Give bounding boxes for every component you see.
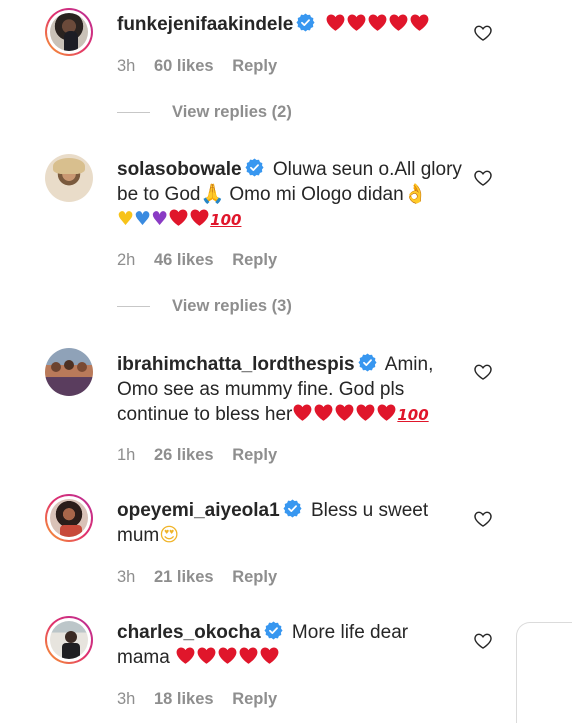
verified-badge-icon [296, 13, 315, 32]
emoji-row: 100 [292, 403, 429, 425]
avatar[interactable] [45, 494, 93, 542]
reply-button[interactable]: Reply [232, 446, 277, 464]
comment-time: 2h [117, 251, 136, 269]
comment-likes[interactable]: 21 likes [154, 568, 214, 586]
view-replies-label[interactable]: View replies (3) [172, 297, 292, 315]
comment-time: 1h [117, 446, 136, 464]
comment-time: 3h [117, 57, 136, 75]
emoji-hearts [175, 646, 280, 668]
emoji-hearts [325, 14, 430, 35]
reply-button[interactable]: Reply [232, 568, 277, 586]
comment-likes[interactable]: 46 likes [154, 251, 214, 269]
comment-username[interactable]: ibrahimchatta_lordthespis [117, 354, 355, 375]
comment-likes[interactable]: 26 likes [154, 446, 214, 464]
like-heart-icon[interactable] [473, 631, 493, 651]
comment-likes[interactable]: 60 likes [154, 57, 214, 75]
divider [117, 112, 150, 114]
comment-body: solasobowale Oluwa seun o.All glory be t… [117, 157, 462, 233]
verified-badge-icon [358, 353, 377, 372]
comment-text: Omo mi Ologo didan [224, 184, 404, 205]
view-replies-label[interactable]: View replies (2) [172, 103, 292, 121]
comment-body: funkejenifaakindele [117, 12, 462, 37]
like-heart-icon[interactable] [473, 362, 493, 382]
comment-meta: 3h 60 likes Reply [117, 57, 277, 76]
overlay-card-edge [516, 622, 572, 723]
avatar[interactable] [45, 616, 93, 664]
comment-username[interactable]: charles_okocha [117, 622, 261, 643]
comment-username[interactable]: opeyemi_aiyeola1 [117, 500, 280, 521]
divider [117, 306, 150, 308]
reply-button[interactable]: Reply [232, 251, 277, 269]
comment-username[interactable]: funkejenifaakindele [117, 14, 293, 35]
like-heart-icon[interactable] [473, 23, 493, 43]
avatar[interactable] [45, 348, 93, 396]
like-heart-icon[interactable] [473, 509, 493, 529]
comment-body: opeyemi_aiyeola1 Bless u sweet mum😍 [117, 498, 462, 548]
verified-badge-icon [245, 158, 264, 177]
view-replies-button[interactable]: View replies (2) [117, 103, 292, 122]
comment-meta: 3h 21 likes Reply [117, 568, 277, 587]
comment-body: charles_okocha More life dear mama [117, 620, 462, 670]
comment-likes[interactable]: 18 likes [154, 690, 214, 708]
verified-badge-icon [264, 621, 283, 640]
comment-time: 3h [117, 568, 136, 586]
avatar[interactable] [45, 8, 93, 56]
avatar[interactable] [45, 154, 93, 202]
comment-meta: 3h 18 likes Reply [117, 690, 277, 709]
comment-body: ibrahimchatta_lordthespis Amin, Omo see … [117, 352, 462, 428]
like-heart-icon[interactable] [473, 168, 493, 188]
comment-username[interactable]: solasobowale [117, 159, 242, 180]
reply-button[interactable]: Reply [232, 690, 277, 708]
verified-badge-icon [283, 499, 302, 518]
comment-meta: 1h 26 likes Reply [117, 446, 277, 465]
comment-meta: 2h 46 likes Reply [117, 251, 277, 270]
heart-eyes-emoji: 😍 [159, 524, 180, 546]
view-replies-button[interactable]: View replies (3) [117, 297, 292, 316]
pray-emoji: 🙏 [200, 183, 225, 205]
comment-time: 3h [117, 690, 136, 708]
reply-button[interactable]: Reply [232, 57, 277, 75]
